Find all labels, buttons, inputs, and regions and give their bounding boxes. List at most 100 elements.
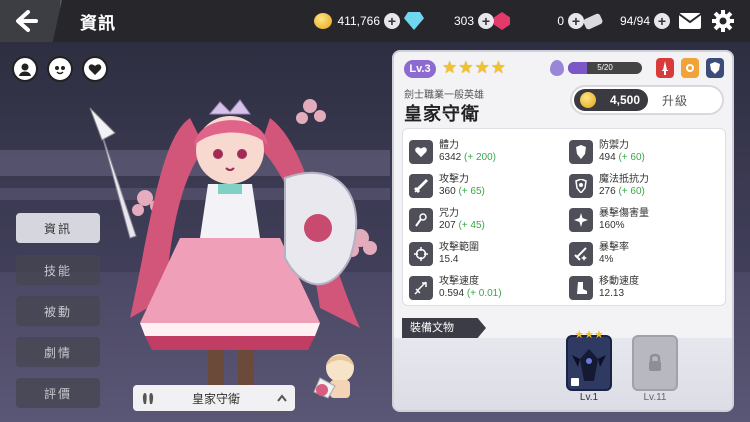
gold-coin-icon [314,13,332,29]
stat-crit-rate: 暴擊率 4% [569,239,719,269]
stat-value: 4% [599,254,614,265]
add-stamina-button[interactable]: + [654,13,670,29]
equipment-slot-2[interactable] [632,335,678,391]
element-emblem-icon[interactable] [681,58,699,78]
stamina-ticket-icon [582,12,604,30]
back-button[interactable] [0,0,62,42]
add-gems-button[interactable]: + [478,13,494,29]
star-icon: ★ [490,58,506,77]
stat-label: 攻擊力 [439,174,469,185]
chevron-up-icon [277,394,287,402]
exp-text: 5/20 [597,63,613,72]
menu-item-review[interactable]: 評價 [16,378,100,408]
stat-bonus: (+ 65) [458,186,485,197]
menu-item-passive[interactable]: 被動 [16,296,100,326]
back-arrow-icon [16,10,38,32]
exp-drop-icon [550,60,564,76]
level-badge: Lv.3 [404,60,436,78]
page-title: 資訊 [80,14,116,33]
attack-speed-icon [409,276,433,300]
top-bar: 資訊 411,766 + 303 + 0 + 94/94 + [0,0,750,42]
star-icon: ★ [474,58,490,77]
menu-item-label: 劇情 [43,345,72,360]
hero-info-panel: Lv.3 ★ ★ ★ ★ 5/20 劍士職業一般英雄 皇家守衛 4,500 升級 體力… [392,50,734,412]
upgrade-label: 升級 [662,94,689,108]
gold-counter: 411,766 + [314,10,400,32]
profile-glyph-icon [19,63,31,76]
mail-icon[interactable] [678,12,702,30]
gem-counter: 303 + [404,10,494,32]
stat-bonus: (+ 60) [618,152,645,163]
chibi-sprite [313,354,354,399]
stat-hp: 體力 6342 (+ 200) [409,137,559,167]
add-gold-button[interactable]: + [384,13,400,29]
face-icon[interactable] [47,56,73,82]
stat-attack: 攻擊力 360 (+ 65) [409,171,559,201]
diamond-icon [404,12,424,30]
stat-range: 攻擊範圍 15.4 [409,239,559,269]
menu-item-skills[interactable]: 技能 [16,255,100,285]
stat-value: 494 [599,152,616,163]
menu-item-label: 資訊 [43,221,72,236]
equipment-slot-2-level: Lv.11 [643,392,667,403]
heart-icon[interactable] [82,56,108,82]
class-emblem-sword-icon[interactable] [656,58,674,78]
star-icon: ★ [574,329,585,341]
add-rubies-button[interactable]: + [568,13,584,29]
heart-icon [409,140,433,164]
stats-box: 體力 6342 (+ 200) 攻擊力 360 (+ 65) 咒力 207 (+ 45… [402,128,726,306]
stat-label: 攻擊範圍 [439,242,479,253]
stat-bonus: (+ 200) [464,152,496,163]
profile-icon[interactable] [12,56,38,82]
stat-value: 160% [599,220,625,231]
gem-value: 303 [453,14,474,28]
stat-label: 咒力 [439,208,459,219]
exp-indicator: 5/20 [550,60,642,76]
star-rating: ★ ★ ★ ★ [442,58,506,78]
faction-emblem-icon[interactable] [706,58,724,78]
equipment-tag-icon [571,378,579,386]
stat-label: 攻擊速度 [439,276,479,287]
menu-item-label: 技能 [43,263,72,278]
star-icon: ★ [442,58,458,77]
stat-value: 6342 [439,152,462,163]
equipment-slot-1[interactable]: ★ ★ ★ [566,329,612,391]
crit-damage-icon [569,208,593,232]
upgrade-button[interactable]: 4,500 升級 [570,85,724,115]
stat-attack-speed: 攻擊速度 0.594 (+ 0.01) [409,273,559,303]
stat-value: 276 [599,186,616,197]
ruby-icon [494,12,510,30]
stat-label: 移動速度 [599,276,639,287]
stat-value: 12.13 [599,288,625,299]
hero-name: 皇家守衛 [404,104,480,124]
menu-item-info[interactable]: 資訊 [16,213,100,243]
stat-crit-damage: 暴擊傷害量 160% [569,205,719,235]
crosshair-icon [409,242,433,266]
stat-label: 體力 [439,140,459,151]
stamina-counter: 94/94 + [582,10,670,32]
star-icon: ★ [593,329,604,341]
lock-icon [649,353,661,371]
heart-glyph-icon [88,63,102,75]
menu-item-label: 被動 [43,304,72,319]
gear-icon[interactable] [712,10,734,32]
stat-defense: 防禦力 494 (+ 60) [569,137,719,167]
stat-bonus: (+ 60) [618,186,645,197]
menu-item-label: 評價 [43,386,72,401]
stat-label: 防禦力 [599,140,629,151]
stat-value: 0.594 [439,288,465,299]
hero-artwork [89,99,377,386]
stat-value: 15.4 [439,254,459,265]
gold-value: 411,766 [337,14,381,28]
hero-select-dropdown[interactable]: 皇家守衛 [133,385,295,411]
exp-bar: 5/20 [568,62,642,74]
menu-item-story[interactable]: 劇情 [16,337,100,367]
star-icon: ★ [584,329,594,341]
stat-bonus: (+ 45) [458,220,485,231]
face-glyph-icon [55,66,65,75]
shield-icon [569,140,593,164]
stat-bonus: (+ 0.01) [466,288,502,299]
stat-move-speed: 移動速度 12.13 [569,273,719,303]
crit-rate-icon [569,242,593,266]
sword-icon [409,174,433,198]
